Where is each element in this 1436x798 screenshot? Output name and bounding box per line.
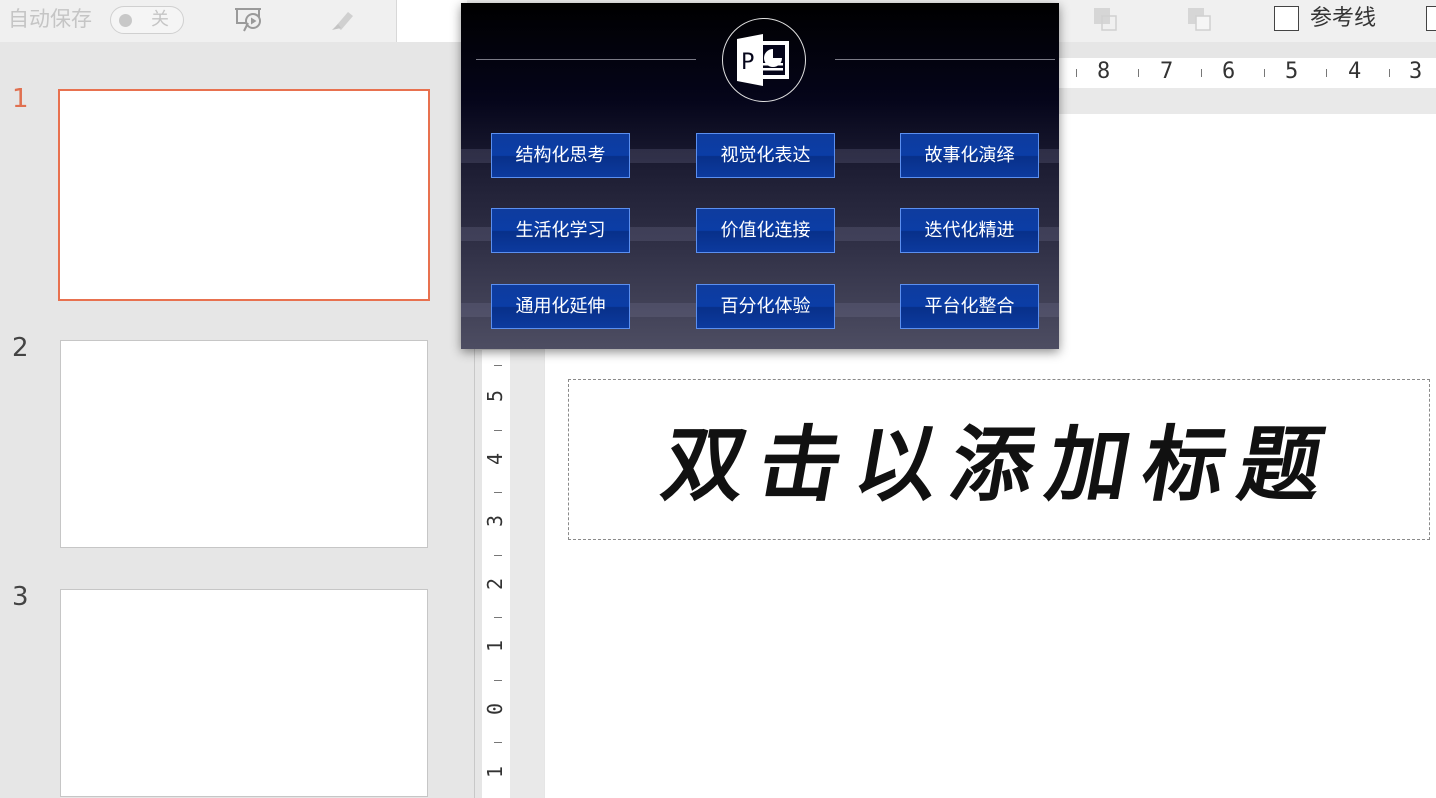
ruler-tick — [1326, 69, 1327, 77]
plugin-popup-panel: P 结构化思考 视觉化表达 故事化演绎 生活化学习 价值化连接 迭代化精进 通用… — [461, 3, 1059, 349]
feature-button-storytelling[interactable]: 故事化演绎 — [900, 133, 1039, 178]
ruler-label: 7 — [1160, 59, 1174, 84]
feature-button-general-extension[interactable]: 通用化延伸 — [491, 284, 630, 329]
feature-button-platform-integration[interactable]: 平台化整合 — [900, 284, 1039, 329]
gridlines-checkbox[interactable] — [1426, 6, 1436, 31]
ruler-label: 2 — [483, 577, 507, 591]
vertical-ruler-gutter — [510, 350, 544, 798]
svg-text:P: P — [741, 50, 754, 75]
ruler-label: 1 — [483, 765, 507, 779]
title-placeholder-text: 双击以添加标题 — [655, 417, 1345, 513]
title-placeholder[interactable]: 双击以添加标题 — [568, 379, 1430, 540]
powerpoint-logo-icon: P — [722, 18, 806, 102]
header-divider-left — [476, 59, 696, 60]
toggle-knob — [119, 14, 132, 27]
slide-thumbnail-2[interactable] — [60, 340, 428, 548]
ruler-label: 5 — [483, 389, 507, 403]
slide-thumbnail-3[interactable] — [60, 589, 428, 797]
ruler-tick — [1076, 69, 1077, 77]
slide-number-2: 2 — [12, 333, 29, 363]
feature-button-life-learning[interactable]: 生活化学习 — [491, 208, 630, 253]
autosave-label: 自动保存 — [8, 7, 92, 31]
ruler-tick — [494, 680, 502, 681]
feature-button-percent-experience[interactable]: 百分化体验 — [696, 284, 835, 329]
slide-thumbnail-panel: 1 2 3 — [0, 42, 474, 798]
slideshow-from-start-icon[interactable] — [234, 4, 264, 34]
slide-number-1: 1 — [12, 84, 29, 114]
autosave-toggle[interactable]: 关 — [110, 6, 184, 34]
feature-button-visual-expression[interactable]: 视觉化表达 — [696, 133, 835, 178]
ruler-gutter — [1058, 88, 1436, 114]
powerpoint-logo-icon: P — [737, 34, 789, 86]
format-painter-icon[interactable] — [328, 4, 358, 34]
ruler-tick — [1138, 69, 1139, 77]
bring-forward-icon[interactable] — [1092, 6, 1118, 32]
ruler-label: 0 — [483, 702, 507, 716]
ruler-label: 5 — [1285, 59, 1299, 84]
horizontal-ruler — [1058, 58, 1436, 88]
feature-button-structured-thinking[interactable]: 结构化思考 — [491, 133, 630, 178]
slide-thumbnail-1[interactable] — [58, 89, 430, 301]
ribbon-tab-blank — [396, 0, 467, 42]
feature-button-iterative-refinement[interactable]: 迭代化精进 — [900, 208, 1039, 253]
ruler-label: 4 — [483, 452, 507, 466]
ruler-label: 3 — [1409, 59, 1423, 84]
send-backward-icon[interactable] — [1186, 6, 1212, 32]
ruler-tick — [1389, 69, 1390, 77]
ruler-tick — [1201, 69, 1202, 77]
autosave-state: 关 — [151, 9, 169, 30]
ruler-tick — [494, 430, 502, 431]
ruler-tick — [1264, 69, 1265, 77]
ruler-label: 3 — [483, 514, 507, 528]
ruler-label: 1 — [483, 639, 507, 653]
guides-label: 参考线 — [1310, 6, 1377, 31]
ruler-tick — [494, 617, 502, 618]
ruler-tick — [494, 555, 502, 556]
slide-number-3: 3 — [12, 582, 29, 612]
ruler-label: 4 — [1348, 59, 1362, 84]
ruler-label: 8 — [1097, 59, 1111, 84]
ruler-tick — [494, 492, 502, 493]
guides-checkbox[interactable] — [1274, 6, 1299, 31]
feature-button-value-connection[interactable]: 价值化连接 — [696, 208, 835, 253]
header-divider-right — [835, 59, 1055, 60]
ruler-tick — [494, 365, 502, 366]
ruler-tick — [494, 742, 502, 743]
ruler-label: 6 — [1222, 59, 1236, 84]
